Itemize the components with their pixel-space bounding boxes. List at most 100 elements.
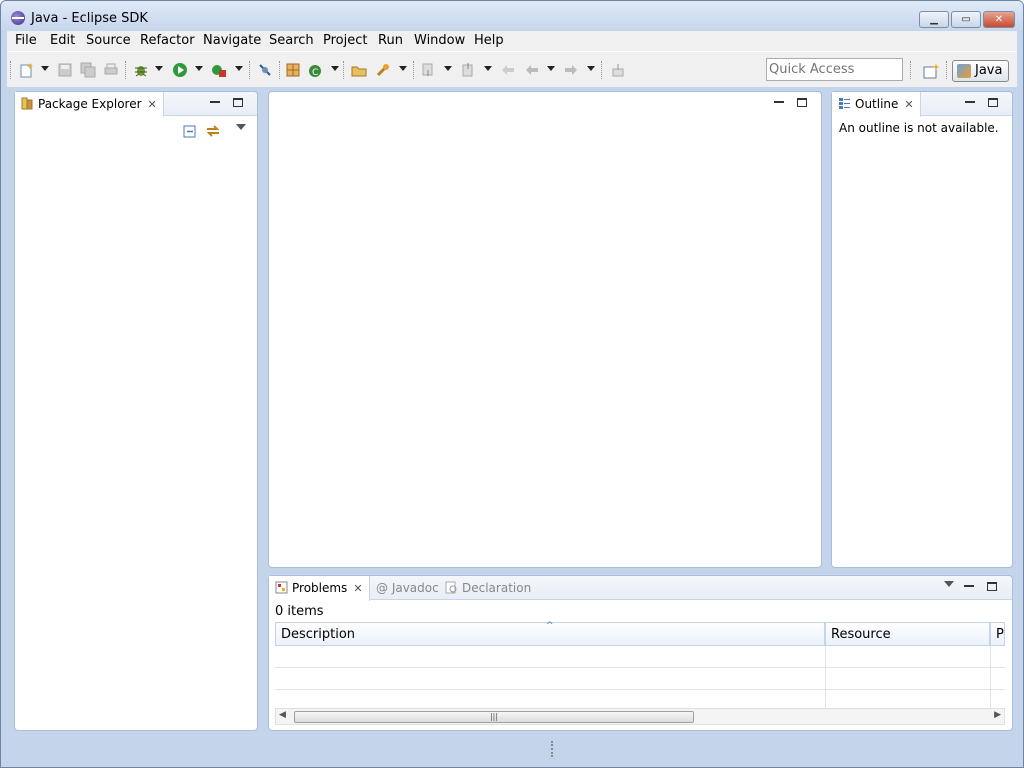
menu-refactor[interactable]: Refactor bbox=[140, 33, 195, 48]
toolbar-separator bbox=[249, 61, 250, 79]
toolbar-separator bbox=[125, 61, 126, 79]
problems-icon bbox=[275, 581, 288, 594]
view-menu-icon[interactable] bbox=[944, 581, 954, 587]
back-dropdown-icon[interactable] bbox=[547, 66, 555, 71]
title-bar[interactable]: Java - Eclipse SDK ▁ ▭ ✕ bbox=[1, 1, 1023, 31]
menu-navigate[interactable]: Navigate bbox=[203, 33, 261, 48]
horizontal-scrollbar[interactable]: ◀ ||| ▶ bbox=[275, 708, 1005, 725]
minimize-view-icon[interactable] bbox=[964, 582, 974, 587]
previous-annotation-icon[interactable] bbox=[460, 62, 476, 78]
external-tools-dropdown-icon[interactable] bbox=[235, 66, 243, 71]
menu-file[interactable]: File bbox=[15, 33, 37, 48]
status-bar-grip[interactable] bbox=[551, 741, 554, 757]
scroll-left-icon[interactable]: ◀ bbox=[279, 710, 286, 720]
tab-package-explorer-label: Package Explorer bbox=[38, 97, 142, 111]
maximize-view-icon[interactable] bbox=[233, 98, 243, 107]
forward-icon[interactable] bbox=[563, 62, 579, 78]
tab-problems-label: Problems bbox=[292, 581, 348, 595]
close-button[interactable]: ✕ bbox=[983, 11, 1015, 28]
tab-problems[interactable]: Problems ✕ bbox=[269, 576, 370, 601]
column-header-path[interactable]: Pa bbox=[990, 622, 1005, 646]
previous-annotation-dropdown-icon[interactable] bbox=[484, 66, 492, 71]
print-icon[interactable] bbox=[103, 62, 119, 78]
column-divider bbox=[990, 646, 991, 708]
debug-icon[interactable] bbox=[133, 62, 149, 78]
next-annotation-icon[interactable] bbox=[420, 62, 436, 78]
toolbar-separator bbox=[279, 61, 280, 79]
java-perspective-label: Java bbox=[975, 63, 1003, 78]
package-explorer-icon bbox=[21, 97, 33, 110]
close-tab-icon[interactable]: ✕ bbox=[353, 582, 362, 595]
new-dropdown-icon[interactable] bbox=[41, 66, 49, 71]
scroll-thumb[interactable]: ||| bbox=[294, 711, 694, 723]
run-dropdown-icon[interactable] bbox=[195, 66, 203, 71]
toolbar-separator bbox=[343, 61, 344, 79]
back-icon[interactable] bbox=[524, 62, 540, 78]
pin-editor-icon[interactable] bbox=[610, 62, 626, 78]
column-header-resource[interactable]: Resource bbox=[825, 622, 990, 646]
minimize-view-icon[interactable] bbox=[965, 98, 975, 103]
minimize-button[interactable]: ▁ bbox=[919, 11, 949, 28]
menu-source[interactable]: Source bbox=[86, 33, 131, 48]
save-icon[interactable] bbox=[57, 62, 73, 78]
eclipse-window: Java - Eclipse SDK ▁ ▭ ✕ File Edit Sourc… bbox=[0, 0, 1024, 768]
table-row bbox=[275, 689, 1005, 690]
toolbar-separator bbox=[413, 61, 414, 79]
package-explorer-view: Package Explorer ✕ bbox=[14, 91, 258, 731]
main-toolbar: C Java bbox=[7, 51, 1017, 87]
tab-javadoc-label: @ Javadoc bbox=[376, 581, 439, 595]
open-perspective-icon[interactable] bbox=[923, 63, 939, 79]
maximize-view-icon[interactable] bbox=[987, 582, 997, 591]
last-edit-location-icon[interactable] bbox=[500, 62, 516, 78]
save-all-icon[interactable] bbox=[80, 62, 96, 78]
skip-breakpoints-icon[interactable] bbox=[257, 62, 273, 78]
search-dropdown-icon[interactable] bbox=[399, 66, 407, 71]
search-icon[interactable] bbox=[375, 62, 391, 78]
menu-window[interactable]: Window bbox=[414, 33, 465, 48]
collapse-all-icon[interactable] bbox=[183, 125, 197, 139]
maximize-editor-icon[interactable] bbox=[797, 98, 807, 107]
sort-ascending-icon: ^ bbox=[546, 621, 554, 631]
column-description-label: Description bbox=[281, 627, 356, 642]
new-package-icon[interactable] bbox=[285, 62, 301, 78]
toolbar-separator bbox=[910, 61, 911, 79]
minimize-view-icon[interactable] bbox=[210, 98, 220, 103]
next-annotation-dropdown-icon[interactable] bbox=[444, 66, 452, 71]
new-class-icon[interactable]: C bbox=[308, 62, 324, 78]
column-divider bbox=[825, 646, 826, 708]
java-perspective-button[interactable]: Java bbox=[952, 60, 1009, 82]
tab-outline[interactable]: Outline ✕ bbox=[832, 92, 921, 117]
maximize-view-icon[interactable] bbox=[988, 98, 998, 107]
tab-declaration[interactable]: Declaration bbox=[439, 576, 537, 600]
scroll-right-icon[interactable]: ▶ bbox=[994, 710, 1001, 720]
menu-run[interactable]: Run bbox=[378, 33, 403, 48]
menu-search[interactable]: Search bbox=[269, 33, 314, 48]
forward-dropdown-icon[interactable] bbox=[587, 66, 595, 71]
new-icon[interactable] bbox=[19, 62, 35, 78]
eclipse-app-icon bbox=[11, 11, 25, 25]
close-tab-icon[interactable]: ✕ bbox=[148, 98, 157, 111]
quick-access-field[interactable] bbox=[766, 58, 903, 81]
column-header-description[interactable]: Description ^ bbox=[275, 621, 825, 646]
java-perspective-icon bbox=[957, 64, 971, 78]
new-class-dropdown-icon[interactable] bbox=[331, 66, 339, 71]
column-resource-label: Resource bbox=[831, 627, 891, 642]
open-type-icon[interactable] bbox=[351, 62, 367, 78]
menu-project[interactable]: Project bbox=[323, 33, 367, 48]
maximize-button[interactable]: ▭ bbox=[951, 11, 981, 28]
minimize-editor-icon[interactable] bbox=[774, 98, 784, 103]
close-tab-icon[interactable]: ✕ bbox=[904, 98, 913, 111]
tab-javadoc[interactable]: @ Javadoc bbox=[370, 576, 445, 600]
view-menu-icon[interactable] bbox=[236, 124, 246, 130]
toolbar-separator bbox=[601, 61, 602, 79]
link-with-editor-icon[interactable] bbox=[205, 123, 221, 139]
run-icon[interactable] bbox=[172, 62, 188, 78]
menu-edit[interactable]: Edit bbox=[50, 33, 75, 48]
debug-dropdown-icon[interactable] bbox=[155, 66, 163, 71]
menu-help[interactable]: Help bbox=[474, 33, 504, 48]
external-tools-icon[interactable] bbox=[211, 62, 227, 78]
editor-area[interactable] bbox=[268, 91, 822, 568]
declaration-icon bbox=[445, 581, 457, 594]
tab-package-explorer[interactable]: Package Explorer ✕ bbox=[15, 92, 164, 117]
column-path-label: Pa bbox=[996, 627, 1004, 642]
